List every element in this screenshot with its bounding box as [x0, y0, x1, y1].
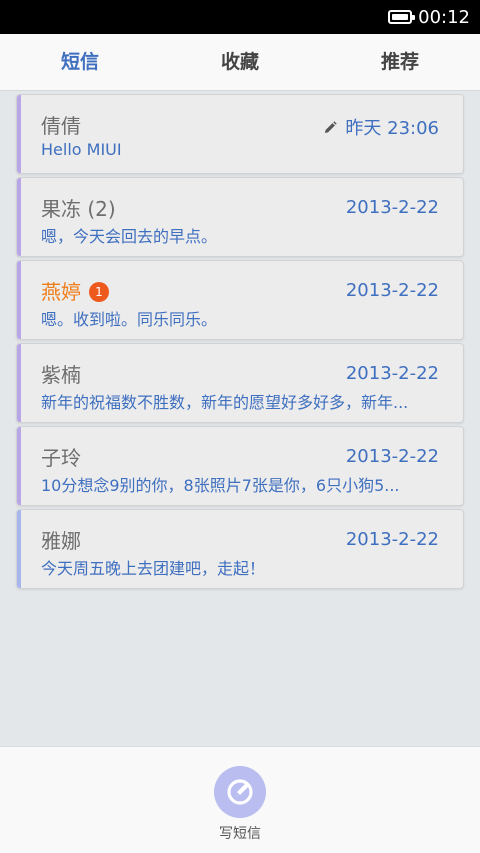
- card-accent-bar: [17, 427, 21, 505]
- message-sender: 子玲: [41, 446, 81, 470]
- status-time: 00:12: [418, 6, 470, 28]
- message-date: 2013-2-22: [345, 280, 439, 301]
- message-sender: 果冻 (2): [41, 197, 116, 221]
- card-accent-bar: [17, 510, 21, 588]
- message-preview: 新年的祝福数不胜数，新年的愿望好多好多，新年...: [41, 393, 409, 412]
- draft-pencil-icon: [325, 121, 338, 133]
- status-bar: 00:12: [0, 0, 480, 34]
- message-item[interactable]: 雅娜 2013-2-22 今天周五晚上去团建吧，走起！: [16, 509, 464, 589]
- message-preview: 嗯，今天会回去的早点。: [41, 227, 218, 246]
- message-sender: 倩倩: [41, 114, 81, 138]
- message-sender: 雅娜: [41, 529, 81, 553]
- compose-button[interactable]: [214, 766, 266, 818]
- message-date: 昨天 23:06: [323, 114, 439, 140]
- message-preview: Hello MIUI: [41, 140, 122, 159]
- message-item[interactable]: 燕婷 1 2013-2-22 嗯。收到啦。同乐同乐。: [16, 260, 464, 340]
- message-date: 2013-2-22: [345, 197, 439, 218]
- bottom-bar: 写短信: [0, 746, 480, 853]
- tab-bar: 短信 收藏 推荐: [0, 34, 480, 91]
- message-date: 2013-2-22: [345, 363, 439, 384]
- message-date: 2013-2-22: [345, 446, 439, 467]
- message-preview: 嗯。收到啦。同乐同乐。: [41, 310, 218, 329]
- message-preview: 10分想念9别的你，8张照片7张是你，6只小狗5...: [41, 476, 400, 495]
- tab-recommended[interactable]: 推荐: [320, 34, 480, 91]
- compose-label: 写短信: [219, 826, 261, 842]
- message-date-text: 昨天 23:06: [345, 118, 439, 139]
- tab-messages[interactable]: 短信: [0, 34, 160, 91]
- card-accent-bar: [17, 95, 21, 173]
- battery-full-icon: [388, 10, 416, 24]
- compose-icon: [227, 779, 253, 805]
- message-sender: 紫楠: [41, 363, 81, 387]
- card-accent-bar: [17, 261, 21, 339]
- message-list: 倩倩 昨天 23:06 Hello MIUI 果冻 (2) 2013-2-22 …: [16, 94, 464, 592]
- message-sender: 燕婷 1: [41, 276, 109, 305]
- message-item[interactable]: 子玲 2013-2-22 10分想念9别的你，8张照片7张是你，6只小狗5...: [16, 426, 464, 506]
- message-sender-text: 燕婷: [41, 280, 81, 304]
- card-accent-bar: [17, 344, 21, 422]
- message-item[interactable]: 倩倩 昨天 23:06 Hello MIUI: [16, 94, 464, 174]
- message-date: 2013-2-22: [345, 529, 439, 550]
- unread-badge: 1: [89, 282, 109, 302]
- card-accent-bar: [17, 178, 21, 256]
- tab-favorites[interactable]: 收藏: [160, 34, 320, 91]
- message-preview: 今天周五晚上去团建吧，走起！: [41, 559, 266, 578]
- message-item[interactable]: 紫楠 2013-2-22 新年的祝福数不胜数，新年的愿望好多好多，新年...: [16, 343, 464, 423]
- message-item[interactable]: 果冻 (2) 2013-2-22 嗯，今天会回去的早点。: [16, 177, 464, 257]
